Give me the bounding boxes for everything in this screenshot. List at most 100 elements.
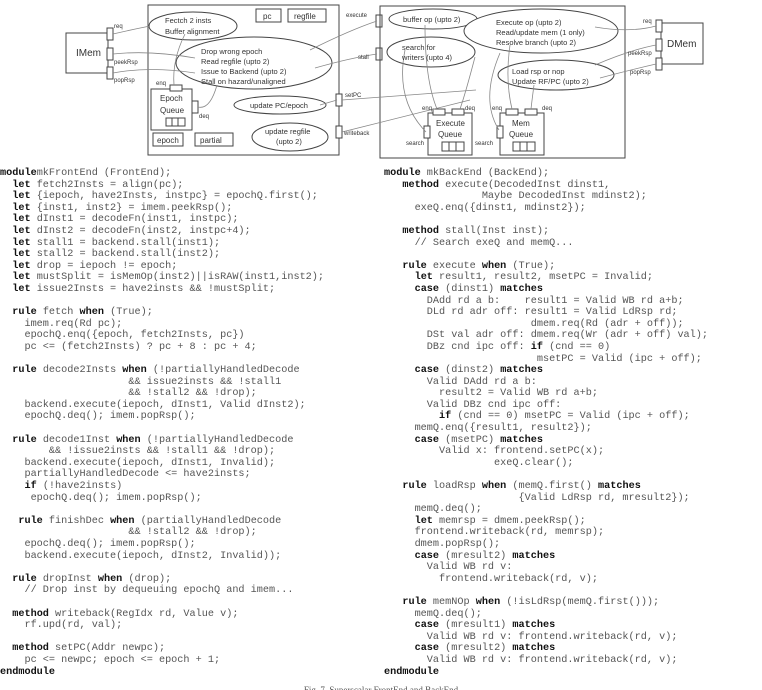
dmem-poprsp-port xyxy=(655,57,663,71)
code-text: exeQ.clear(); xyxy=(384,457,574,469)
code-line: let dInst1 = decodeFn(inst1, instpc); xyxy=(0,214,324,226)
code-keyword: let xyxy=(12,237,31,249)
code-keyword: matches xyxy=(598,481,641,493)
backend-code-listing: module mkBackEnd (BackEnd); method execu… xyxy=(384,168,708,678)
code-text: mkFrontEnd (FrontEnd); xyxy=(36,168,172,179)
code-keyword: rule xyxy=(18,515,43,527)
code-text: && issue2insts && !stall1 xyxy=(0,376,282,388)
code-text: frontend.writeback(rd, memrsp); xyxy=(384,527,605,539)
code-text: memQ.deq(); xyxy=(384,504,482,516)
code-line: let fetch2Insts = align(pc); xyxy=(0,180,324,192)
code-line: result2 = Valid WB rd a+b; xyxy=(384,388,708,400)
code-line: pc <= newpc; epoch <= epoch + 1; xyxy=(0,655,324,667)
code-text: stall2 = backend.stall(inst2); xyxy=(30,249,221,261)
code-keyword: case xyxy=(414,643,440,655)
code-keyword: when xyxy=(97,573,123,585)
code-line: let {inst1, inst2} = imem.peekRsp(); xyxy=(0,203,324,215)
code-text: {inst1, inst2} = imem.peekRsp(); xyxy=(30,202,233,214)
code-keyword: when xyxy=(116,434,141,446)
code-keyword: rule xyxy=(402,260,427,272)
execute-queue-deq-port xyxy=(451,108,465,116)
code-text: dmem.req(Rd (adr + off)); xyxy=(384,318,684,330)
dmem-label: DMem xyxy=(667,39,696,50)
code-text: (!partiallyHandledDecode xyxy=(146,365,300,377)
code-text: // Drop inst by dequeuing epochQ and ime… xyxy=(0,585,294,597)
code-text: (dinst1) xyxy=(439,283,501,295)
code-line: rule dropInst when (drop); xyxy=(0,574,324,586)
code-text: result2 = Valid WB rd a+b; xyxy=(384,388,598,400)
code-line: rule finishDec when (partiallyHandledDec… xyxy=(0,516,324,528)
epoch-label: epoch xyxy=(157,136,179,145)
code-line: let issue2Insts = have2insts && !mustSpl… xyxy=(0,284,324,296)
code-text: DBz cnd ipc off: xyxy=(384,341,531,353)
code-keyword: rule xyxy=(12,307,37,319)
code-keyword: rule xyxy=(12,573,37,585)
code-text: mkBackEnd (BackEnd); xyxy=(420,168,550,179)
code-text: (partiallyHandledDecode xyxy=(134,515,282,527)
mem-queue-enq-port xyxy=(505,108,519,116)
code-line: case (mresult2) matches xyxy=(384,551,708,563)
dmem-peekrsp-label: peekRsp xyxy=(628,51,652,57)
code-text: dInst1 = decodeFn(inst1, instpc); xyxy=(30,214,239,226)
code-line: if (!have2insts) xyxy=(0,481,324,493)
code-text: result1, result2, msetPC = Invalid; xyxy=(432,272,654,284)
code-line: && !stall2 && !drop); xyxy=(0,388,324,400)
code-keyword: let xyxy=(12,272,31,284)
update-pc-cloud-text: update PC/epoch xyxy=(250,101,308,110)
execute-queue-search-port xyxy=(423,125,431,139)
code-keyword: matches xyxy=(512,643,556,655)
code-text: backend.execute(iepoch, dInst2, Invalid)… xyxy=(0,550,282,562)
code-text: fetch2Insts = align(pc); xyxy=(30,179,184,191)
code-line: let stall2 = backend.stall(inst2); xyxy=(0,249,324,261)
code-line: rule execute when (True); xyxy=(384,261,708,273)
code-line: dmem.req(Rd (adr + off)); xyxy=(384,319,708,331)
code-text: backend.execute(iepoch, dInst1, Invalid)… xyxy=(0,457,276,469)
code-keyword: let xyxy=(12,260,31,272)
code-line: endmodule xyxy=(384,667,708,679)
code-text: (True); xyxy=(103,307,153,319)
code-keyword: when xyxy=(110,515,135,527)
code-line: module mkBackEnd (BackEnd); xyxy=(384,168,708,180)
code-text: memrsp = dmem.peekRsp(); xyxy=(432,515,586,527)
code-text: drop = iepoch != epoch; xyxy=(30,260,178,272)
code-text: fetch xyxy=(36,307,80,319)
code-line: DSt val adr off: dmem.req(Wr (adr + off)… xyxy=(384,330,708,342)
code-text: decode2Insts xyxy=(36,365,123,377)
code-line: {Valid LdRsp rd, mresult2}); xyxy=(384,493,708,505)
code-line: msetPC = Valid (ipc + off); xyxy=(384,354,708,366)
execute-port-label: execute xyxy=(346,13,368,19)
dmem-poprsp-label: popRsp xyxy=(630,70,651,76)
epoch-queue-deq-port xyxy=(191,100,199,114)
code-keyword: module xyxy=(384,168,421,179)
code-line: Maybe DecodedInst mdinst2); xyxy=(384,191,708,203)
code-keyword: let xyxy=(414,272,433,284)
code-line: dmem.popRsp(); xyxy=(384,539,708,551)
code-text: memNOp xyxy=(426,596,476,608)
code-keyword: if xyxy=(24,481,37,493)
code-line: Valid x: frontend.setPC(x); xyxy=(384,446,708,458)
writeback-port-label: writeback xyxy=(343,131,370,137)
code-line: let memrsp = dmem.peekRsp(); xyxy=(384,516,708,528)
code-line: frontend.writeback(rd, memrsp); xyxy=(384,527,708,539)
code-keyword: let xyxy=(414,515,433,527)
code-keyword: method xyxy=(12,608,49,620)
code-line: Valid WB rd v: frontend.writeback(rd, v)… xyxy=(384,632,708,644)
stall-port-label: stall xyxy=(358,55,369,61)
code-text: // Search exeQ and memQ... xyxy=(384,237,574,249)
